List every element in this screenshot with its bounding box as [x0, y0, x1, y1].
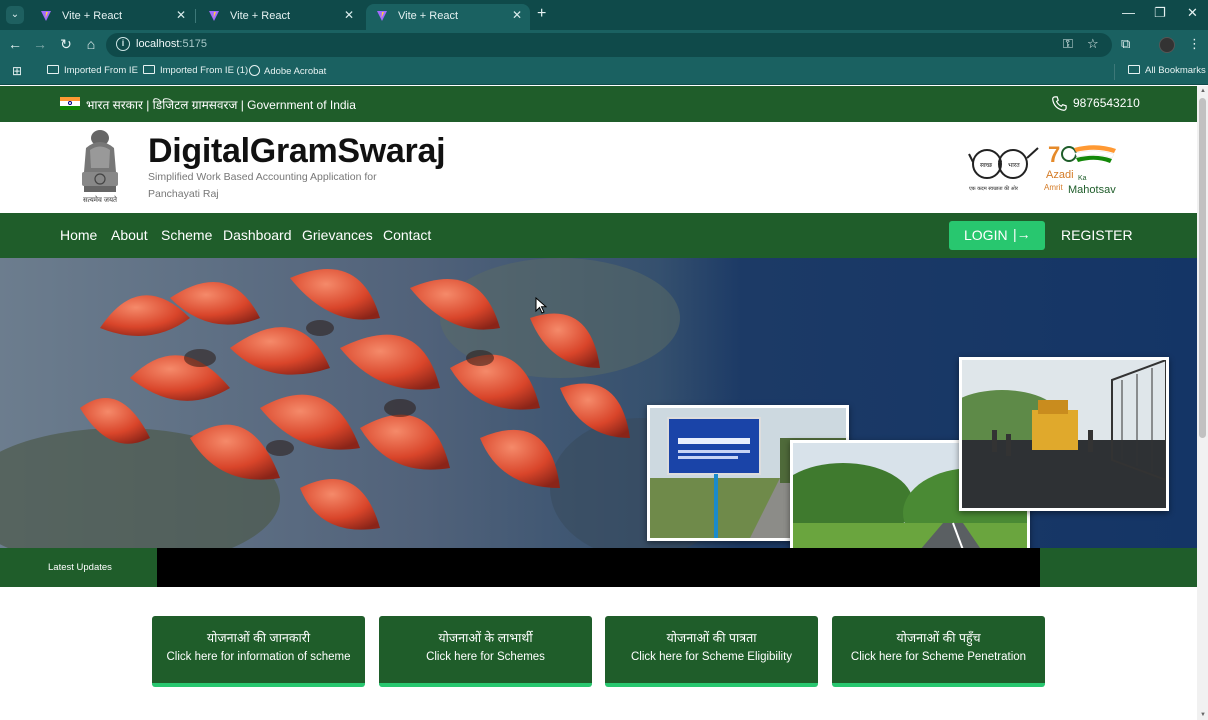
svg-text:Azadi: Azadi — [1046, 169, 1074, 181]
tab-search-button[interactable]: ⌄ — [6, 6, 24, 24]
government-strip: भारत सरकार | डिजिटल ग्रामसवरज | Governme… — [0, 86, 1197, 122]
hero-photo-road-work — [942, 357, 1169, 511]
bookmarks-bar: ⊞ Imported From IE Imported From IE (1) … — [0, 60, 1208, 85]
tab-close-icon[interactable]: ✕ — [512, 8, 522, 22]
government-text: भारत सरकार | डिजिटल ग्रामसवरज | Governme… — [86, 98, 356, 112]
web-page: भारत सरकार | डिजिटल ग्रामसवरज | Governme… — [0, 86, 1197, 720]
svg-text:Amrit: Amrit — [1044, 183, 1063, 192]
scrollbar-thumb[interactable] — [1199, 98, 1206, 438]
back-button[interactable]: ← — [6, 36, 24, 52]
menu-kebab-icon[interactable]: ⋮ — [1188, 36, 1201, 52]
azadi-ka-amrit-mahotsav-logo: 7 Azadi Ka Amrit Mahotsav — [1044, 142, 1116, 196]
latest-updates-bar: Latest Updates — [0, 548, 1197, 587]
site-header: सत्यमेव जयते DigitalGramSwaraj Simplifie… — [0, 122, 1197, 213]
svg-text:Ka: Ka — [1078, 175, 1087, 182]
folder-icon — [47, 65, 59, 74]
site-tagline: Simplified Work Based Accounting Applica… — [148, 171, 377, 200]
login-label: LOGIN — [964, 227, 1008, 243]
reload-button[interactable]: ↻ — [57, 36, 75, 53]
all-bookmarks[interactable]: All Bookmarks — [1128, 65, 1206, 76]
card-scheme-eligibility[interactable]: योजनाओं की पात्रता Click here for Scheme… — [605, 616, 818, 687]
ashoka-emblem-icon — [82, 130, 118, 192]
scroll-down-arrow-icon[interactable]: ▼ — [1200, 712, 1206, 718]
tab-divider — [195, 9, 196, 23]
nav-home[interactable]: Home — [60, 227, 97, 243]
site-info-icon[interactable]: i — [116, 37, 130, 51]
card-hindi-title: योजनाओं के लाभार्थी — [438, 631, 533, 645]
svg-text:स्वच्छ: स्वच्छ — [980, 162, 993, 169]
browser-tab-bar: ⌄ Vite + React ✕ Vite + React ✕ Vite + R… — [0, 0, 1208, 30]
card-english-text: Click here for information of scheme — [166, 651, 351, 663]
emblem-caption: सत्यमेव जयते — [82, 197, 118, 204]
browser-tab-3-active[interactable]: Vite + React ✕ — [366, 4, 530, 30]
password-key-icon[interactable]: ⚿ — [1063, 36, 1073, 52]
nav-contact[interactable]: Contact — [383, 227, 431, 243]
folder-icon — [143, 65, 155, 74]
phone-icon — [1052, 96, 1067, 111]
vite-icon — [41, 11, 51, 21]
nav-grievances[interactable]: Grievances — [302, 227, 373, 243]
site-brand[interactable]: DigitalGramSwaraj — [148, 132, 446, 171]
register-button[interactable]: REGISTER — [1061, 227, 1133, 243]
road-construction-image — [942, 358, 1167, 508]
mouse-cursor-icon — [535, 297, 547, 314]
card-english-text: Click here for Scheme Penetration — [850, 651, 1027, 663]
bookmarks-divider — [1114, 64, 1115, 80]
apps-grid-icon[interactable]: ⊞ — [12, 64, 22, 78]
card-hindi-title: योजनाओं की पात्रता — [666, 631, 757, 645]
scheme-cards-section: योजनाओं की जानकारी Click here for inform… — [0, 587, 1197, 720]
main-navigation: Home About Scheme Dashboard Grievances C… — [0, 213, 1197, 258]
browser-tab-2[interactable]: Vite + React ✕ — [198, 4, 362, 30]
folder-icon — [1128, 65, 1140, 74]
bookmark-adobe-acrobat[interactable]: Adobe Acrobat — [249, 65, 326, 77]
nav-about[interactable]: About — [111, 227, 148, 243]
home-button[interactable]: ⌂ — [82, 36, 100, 52]
vite-icon — [209, 11, 219, 21]
page-scrollbar[interactable]: ▲ ▼ — [1197, 86, 1208, 720]
nav-dashboard[interactable]: Dashboard — [223, 227, 292, 243]
url-text: localhost:5175 — [136, 38, 207, 50]
hero-banner — [0, 258, 1197, 548]
browser-tab-1[interactable]: Vite + React ✕ — [30, 4, 194, 30]
bookmark-imported-from-ie-1[interactable]: Imported From IE (1) — [143, 65, 248, 76]
card-scheme-penetration[interactable]: योजनाओं की पहुँच Click here for Scheme P… — [832, 616, 1045, 687]
address-bar[interactable]: i localhost:5175 — [106, 33, 1112, 57]
tab-title: Vite + React — [398, 10, 459, 22]
login-button[interactable]: LOGIN |→ — [949, 221, 1045, 250]
tab-close-icon[interactable]: ✕ — [344, 8, 354, 22]
svg-text:एक कदम स्वच्छता की ओर: एक कदम स्वच्छता की ओर — [969, 185, 1019, 192]
card-hindi-title: योजनाओं की पहुँच — [896, 631, 981, 645]
tab-title: Vite + React — [62, 10, 123, 22]
svg-text:भारत: भारत — [1008, 162, 1020, 169]
updates-ticker — [157, 548, 1040, 587]
swachh-bharat-logo: स्वच्छ भारत एक कदम स्वच्छता की ओर — [968, 147, 1039, 192]
card-english-text: Click here for Scheme Eligibility — [630, 651, 793, 663]
card-english-text: Click here for Schemes — [426, 651, 545, 663]
card-scheme-information[interactable]: योजनाओं की जानकारी Click here for inform… — [152, 616, 365, 687]
tab-close-icon[interactable]: ✕ — [176, 8, 186, 22]
latest-updates-label: Latest Updates — [48, 562, 112, 573]
svg-text:Mahotsav: Mahotsav — [1068, 184, 1116, 196]
browser-toolbar: ← → ↻ ⌂ i localhost:5175 ⚿ ☆ ⧉ ⋮ — [0, 30, 1208, 60]
scroll-up-arrow-icon[interactable]: ▲ — [1200, 88, 1206, 94]
card-hindi-title: योजनाओं की जानकारी — [206, 631, 311, 645]
nav-scheme[interactable]: Scheme — [161, 227, 212, 243]
close-window-button[interactable]: ✕ — [1187, 5, 1198, 21]
bookmark-imported-from-ie[interactable]: Imported From IE — [47, 65, 138, 76]
login-arrow-icon: |→ — [1013, 226, 1031, 242]
tab-title: Vite + React — [230, 10, 291, 22]
forward-button[interactable]: → — [31, 36, 49, 52]
profile-avatar[interactable] — [1159, 37, 1175, 53]
globe-icon — [249, 65, 260, 76]
vite-icon — [377, 11, 387, 21]
svg-text:7: 7 — [1048, 142, 1060, 167]
new-tab-button[interactable]: + — [537, 5, 546, 23]
minimize-button[interactable]: — — [1122, 5, 1135, 20]
india-flag-icon — [60, 97, 80, 110]
card-scheme-beneficiaries[interactable]: योजनाओं के लाभार्थी Click here for Schem… — [379, 616, 592, 687]
restore-button[interactable]: ❐ — [1154, 5, 1166, 21]
extensions-icon[interactable]: ⧉ — [1121, 36, 1130, 52]
bookmark-star-icon[interactable]: ☆ — [1087, 36, 1099, 52]
contact-phone[interactable]: 9876543210 — [1073, 96, 1140, 110]
